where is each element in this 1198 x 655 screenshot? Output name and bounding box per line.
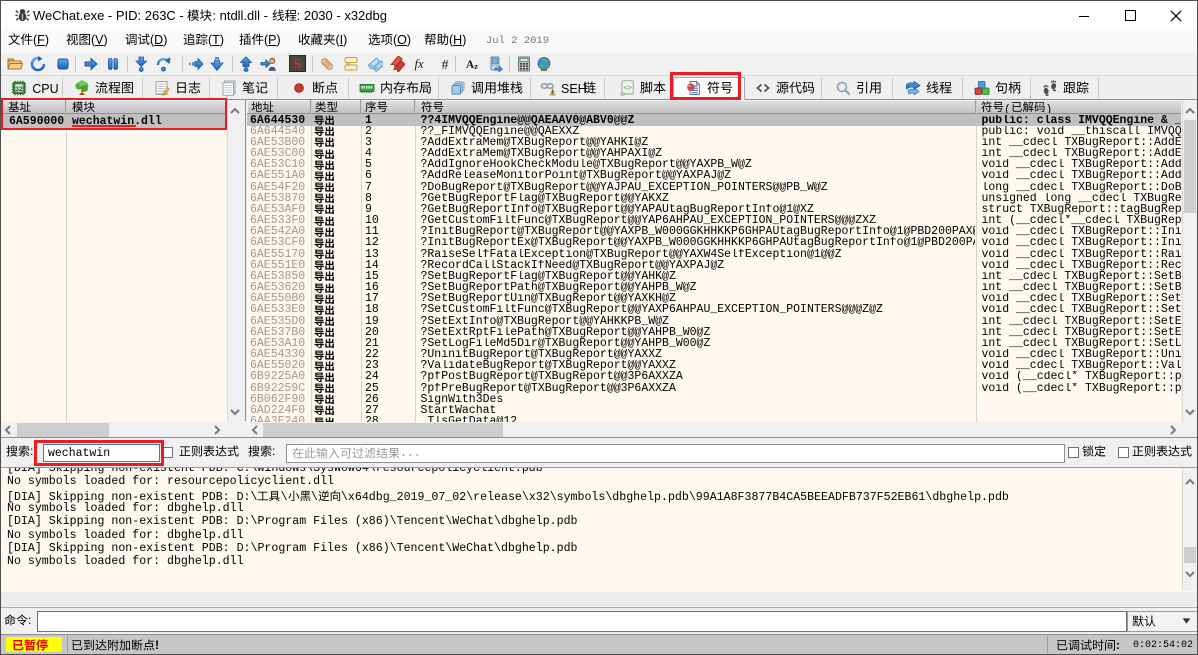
svg-text:32: 32 — [16, 86, 24, 93]
svg-text:z: z — [474, 62, 478, 71]
svg-text:fx: fx — [414, 57, 423, 71]
svg-text:<>: <> — [623, 85, 631, 92]
svg-text:#: # — [442, 58, 449, 72]
svg-text:S: S — [294, 56, 302, 71]
